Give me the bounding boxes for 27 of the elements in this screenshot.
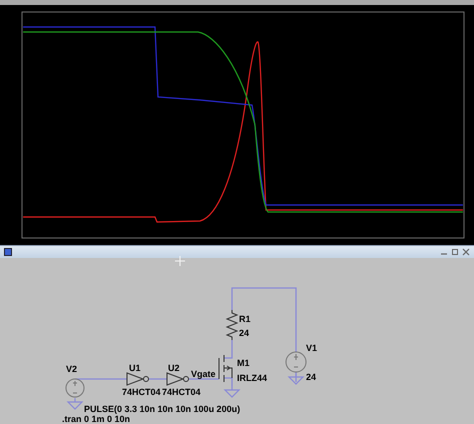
net-label: Vgate (191, 369, 216, 379)
close-icon[interactable] (462, 248, 470, 256)
restore-icon[interactable] (451, 248, 459, 256)
component-value: 24 (306, 372, 316, 382)
cursor-icon (174, 256, 186, 266)
component-label: U2 (168, 363, 180, 373)
component-value: 74HCT04 (122, 387, 161, 397)
component-label: V1 (306, 343, 318, 353)
component-label: V2 (66, 364, 78, 374)
spice-directive: .tran 0 1m 0 10n (62, 414, 130, 424)
ground-symbol (67, 397, 84, 410)
inverter-symbol (166, 372, 189, 386)
ground-symbol (288, 372, 304, 385)
ground-symbol (224, 385, 240, 398)
component-value: 74HCT04 (162, 387, 201, 397)
schematic-icon (4, 248, 12, 256)
component-value: 24 (239, 328, 250, 338)
resistor-symbol (226, 310, 238, 340)
component-label: M1 (237, 358, 250, 368)
component-label: U1 (129, 363, 141, 373)
component-label: R1 (239, 314, 251, 324)
voltage-source-symbol (66, 378, 84, 398)
mosfet-symbol (218, 354, 232, 382)
voltage-source-symbol (286, 352, 306, 372)
inverter-symbol (126, 372, 149, 386)
component-value: PULSE(0 3.3 10n 10n 10n 100u 200u) (84, 404, 240, 414)
component-value: IRLZ44 (237, 373, 268, 383)
